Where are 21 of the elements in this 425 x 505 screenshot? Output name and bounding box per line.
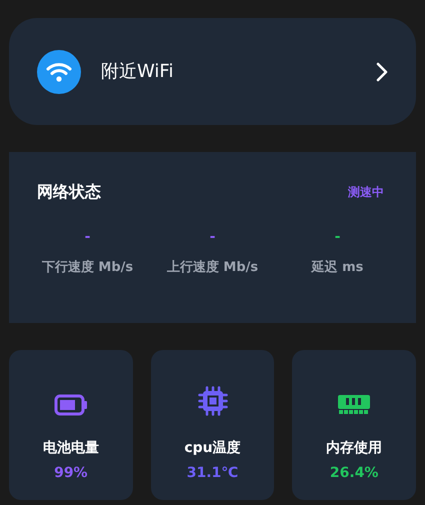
tile-value: 99% bbox=[54, 464, 88, 483]
status-label: 测速中 bbox=[348, 184, 385, 201]
chip-icon bbox=[198, 386, 228, 416]
tile-label: 内存使用 bbox=[326, 439, 382, 458]
tile-value: 31.1℃ bbox=[186, 464, 238, 483]
wifi-label: 附近WiFi bbox=[101, 60, 174, 84]
battery-icon bbox=[54, 394, 88, 416]
nearby-wifi-card[interactable]: 附近WiFi bbox=[9, 18, 416, 125]
metric-label: 下行速度 Mb/s bbox=[42, 258, 134, 277]
panel-title: 网络状态 bbox=[37, 181, 101, 203]
tile-label: 电池电量 bbox=[42, 439, 99, 458]
wifi-icon bbox=[37, 50, 81, 94]
tile-label: cpu温度 bbox=[184, 438, 241, 458]
chevron-right-icon bbox=[376, 62, 388, 82]
metric-value: - bbox=[84, 230, 90, 244]
tile-value: 26.4% bbox=[330, 464, 378, 483]
metric-value: - bbox=[334, 230, 340, 244]
memory-icon bbox=[337, 392, 372, 416]
metric-label: 延迟 ms bbox=[312, 259, 364, 277]
metric-value: - bbox=[210, 230, 216, 244]
metric-label: 上行速度 Mb/s bbox=[166, 258, 258, 277]
